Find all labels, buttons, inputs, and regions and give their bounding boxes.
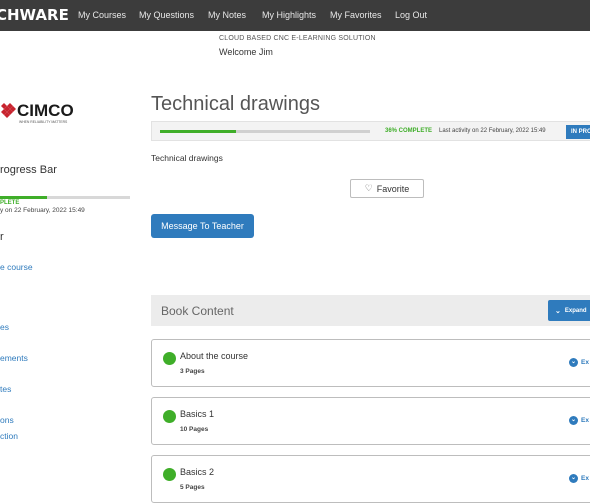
expand-all-label: Expand [564, 307, 587, 314]
chevron-down-icon: ⌄ [555, 307, 561, 315]
sidebar-link-1[interactable]: es [0, 322, 9, 332]
completed-dot-icon [163, 410, 176, 423]
chapter-expand-label: Ex [581, 475, 589, 482]
nav-my-notes[interactable]: My Notes [208, 10, 246, 20]
status-badge: IN PRO [566, 125, 590, 139]
chapter-title: Basics 1 [180, 409, 215, 419]
brand-logo[interactable]: CHWARE [0, 6, 69, 24]
progress-complete-label: 36% COMPLETE [385, 128, 433, 134]
top-navbar: CHWARE My Courses My Questions My Notes … [0, 0, 590, 31]
sidebar-complete-label: PLETE [0, 200, 20, 206]
chapter-card[interactable]: About the course 3 Pages ⌄ Ex [151, 339, 590, 387]
svg-text:CIMCO: CIMCO [17, 101, 74, 120]
welcome-message: Welcome Jim [219, 47, 273, 57]
sidebar-link-5[interactable]: ction [0, 431, 18, 441]
book-content-header: Book Content ⌄ Expand [151, 295, 590, 326]
chapter-expand-label: Ex [581, 417, 589, 424]
chapter-page-count: 3 Pages [180, 368, 205, 375]
course-progress-bar [160, 130, 370, 133]
chapter-expand-button[interactable]: ⌄ Ex [569, 474, 589, 483]
nav-my-courses[interactable]: My Courses [78, 10, 126, 20]
completed-dot-icon [163, 468, 176, 481]
course-progress-panel: 36% COMPLETE Last activity on 22 Februar… [151, 121, 590, 141]
site-tagline: CLOUD BASED CNC E-LEARNING SOLUTION [219, 35, 376, 42]
sidebar-link-3[interactable]: tes [0, 384, 11, 394]
svg-text:WHEN RELIABILITY MATTERS: WHEN RELIABILITY MATTERS [19, 120, 68, 124]
nav-my-favorites[interactable]: My Favorites [330, 10, 382, 20]
chapter-title: About the course [180, 351, 249, 361]
heart-icon: ♡ [364, 183, 373, 193]
chapter-card[interactable]: Basics 1 10 Pages ⌄ Ex [151, 397, 590, 445]
sidebar-progress-bar [0, 196, 130, 199]
chapter-expand-button[interactable]: ⌄ Ex [569, 358, 589, 367]
sidebar-link-course[interactable]: e course [0, 262, 33, 272]
nav-log-out[interactable]: Log Out [395, 10, 427, 20]
completed-dot-icon [163, 352, 176, 365]
expand-all-button[interactable]: ⌄ Expand [548, 300, 590, 321]
page-title: Technical drawings [151, 93, 320, 116]
nav-my-highlights[interactable]: My Highlights [262, 10, 316, 20]
sidebar-progress-heading: rogress Bar [0, 164, 57, 176]
sidebar-link-2[interactable]: ements [0, 353, 28, 363]
sidebar-progress-fill [0, 196, 47, 199]
nav-my-questions[interactable]: My Questions [139, 10, 194, 20]
sidebar-section-heading: r [0, 231, 4, 243]
cimco-logo-mark: CIMCO WHEN RELIABILITY MATTERS [1, 101, 74, 124]
chevron-circle-icon: ⌄ [569, 474, 578, 483]
course-subtitle: Technical drawings [151, 153, 223, 163]
chapter-title: Basics 2 [180, 467, 215, 477]
chapter-page-count: 10 Pages [180, 426, 209, 433]
chevron-circle-icon: ⌄ [569, 358, 578, 367]
message-teacher-button[interactable]: Message To Teacher [151, 214, 254, 238]
course-progress-fill [160, 130, 236, 133]
favorite-button[interactable]: ♡ Favorite [350, 179, 424, 198]
cimco-logo: CIMCO WHEN RELIABILITY MATTERS [0, 97, 90, 127]
book-content-title: Book Content [161, 304, 234, 318]
favorite-label: Favorite [376, 183, 410, 194]
chapter-expand-button[interactable]: ⌄ Ex [569, 416, 589, 425]
sidebar-last-activity: y on 22 February, 2022 15:49 [0, 207, 85, 214]
chapter-expand-label: Ex [581, 359, 589, 366]
chevron-circle-icon: ⌄ [569, 416, 578, 425]
chapter-card[interactable]: Basics 2 5 Pages ⌄ Ex [151, 455, 590, 503]
sidebar-link-4[interactable]: ons [0, 415, 14, 425]
progress-last-activity: Last activity on 22 February, 2022 15:49 [439, 128, 546, 134]
